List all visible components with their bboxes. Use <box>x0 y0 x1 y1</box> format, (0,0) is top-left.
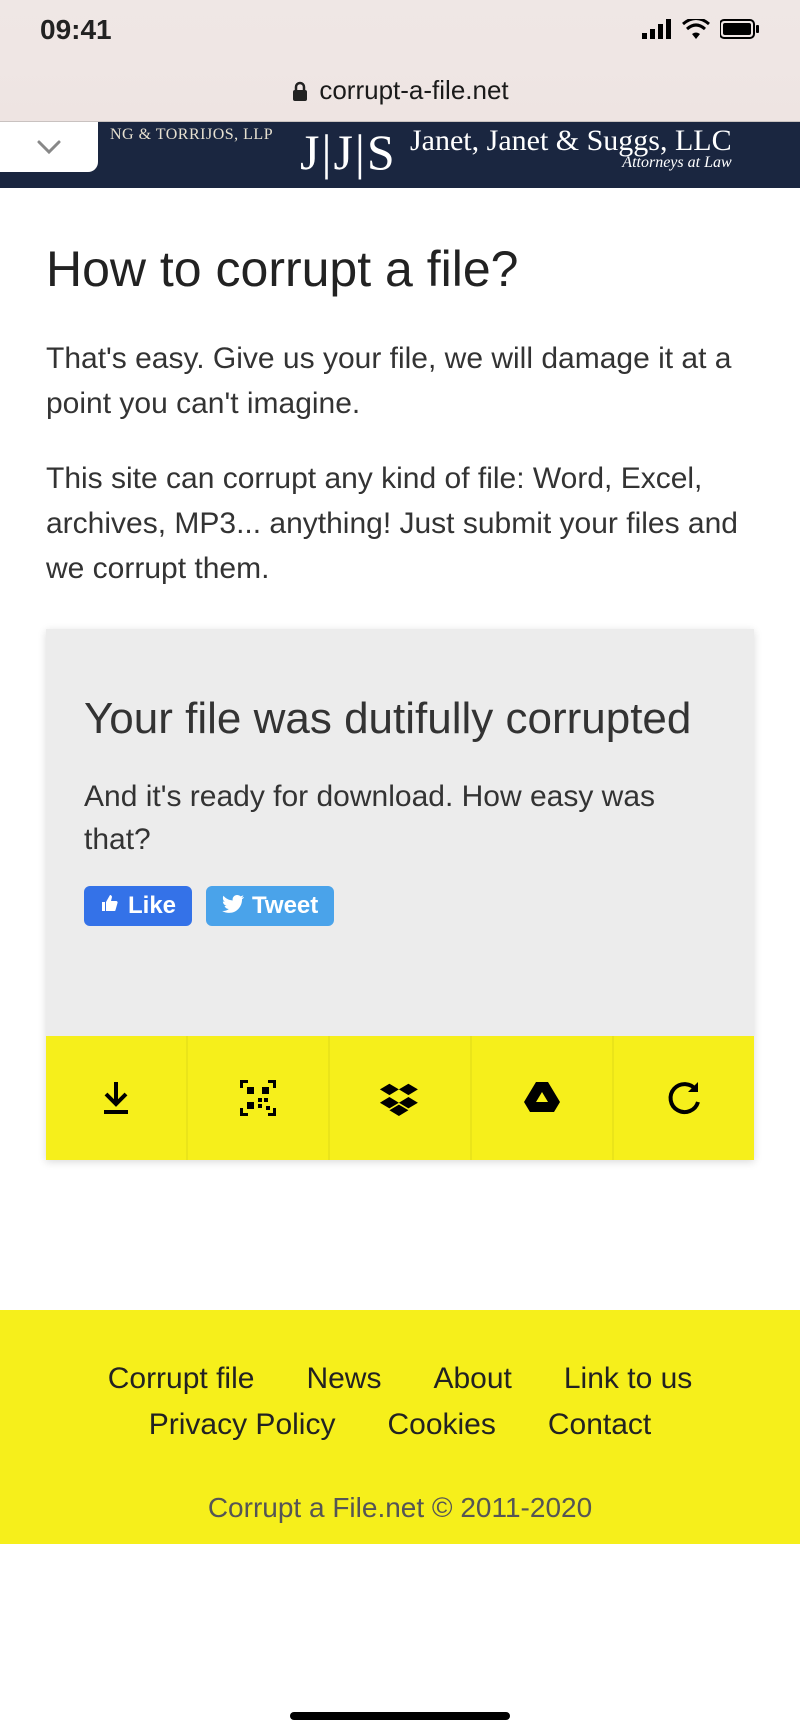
status-time: 09:41 <box>40 14 112 46</box>
footer-link-privacy[interactable]: Privacy Policy <box>149 1408 336 1442</box>
result-heading: Your file was dutifully corrupted <box>84 677 716 761</box>
ad-banner[interactable]: NG & TORRIJOS, LLP J|J|S Janet, Janet & … <box>0 122 800 188</box>
action-strip <box>46 1036 754 1160</box>
footer-link-news[interactable]: News <box>306 1362 381 1396</box>
result-card: Your file was dutifully corrupted And it… <box>46 629 754 1160</box>
google-drive-button[interactable] <box>472 1036 614 1160</box>
ad-logo-jjs: J|J|S <box>300 123 397 181</box>
tweet-label: Tweet <box>252 892 318 920</box>
intro-paragraph-2: This site can corrupt any kind of file: … <box>46 456 754 591</box>
ad-collapse-button[interactable] <box>0 122 98 172</box>
qr-code-button[interactable] <box>188 1036 330 1160</box>
twitter-tweet-button[interactable]: Tweet <box>206 886 334 926</box>
page-heading: How to corrupt a file? <box>46 240 754 298</box>
footer: Corrupt file News About Link to us Priva… <box>0 1310 800 1544</box>
facebook-like-button[interactable]: Like <box>84 886 192 926</box>
home-indicator[interactable] <box>290 1712 510 1720</box>
refresh-icon <box>662 1076 706 1120</box>
dropbox-icon <box>378 1076 422 1120</box>
download-button[interactable] <box>46 1036 188 1160</box>
ad-firm-name: Janet, Janet & Suggs, LLC <box>410 124 732 157</box>
footer-copyright: Corrupt a File.net © 2011-2020 <box>40 1492 760 1524</box>
dropbox-button[interactable] <box>330 1036 472 1160</box>
chevron-down-icon <box>33 131 65 163</box>
footer-link-cookies[interactable]: Cookies <box>387 1408 495 1442</box>
qr-code-icon <box>236 1076 280 1120</box>
status-indicators <box>642 14 760 46</box>
footer-links: Corrupt file News About Link to us Priva… <box>40 1356 760 1448</box>
lock-icon <box>291 81 309 101</box>
footer-link-contact[interactable]: Contact <box>548 1408 651 1442</box>
thumbs-up-icon <box>100 892 120 920</box>
footer-link-corrupt-file[interactable]: Corrupt file <box>108 1362 255 1396</box>
download-icon <box>94 1076 138 1120</box>
cellular-icon <box>642 14 672 46</box>
like-label: Like <box>128 892 176 920</box>
wifi-icon <box>682 14 710 46</box>
footer-link-link-to-us[interactable]: Link to us <box>564 1362 692 1396</box>
refresh-button[interactable] <box>614 1036 754 1160</box>
ad-text-right: Janet, Janet & Suggs, LLC Attorneys at L… <box>410 124 732 172</box>
twitter-bird-icon <box>222 892 244 920</box>
browser-address-bar[interactable]: corrupt-a-file.net <box>0 60 800 122</box>
status-bar: 09:41 <box>0 0 800 60</box>
share-row: Like Tweet <box>84 886 716 1036</box>
footer-link-about[interactable]: About <box>433 1362 511 1396</box>
intro-paragraph-1: That's easy. Give us your file, we will … <box>46 336 754 426</box>
battery-icon <box>720 14 760 46</box>
ad-text-left: NG & TORRIJOS, LLP <box>110 126 273 144</box>
result-subtext: And it's ready for download. How easy wa… <box>84 775 716 862</box>
google-drive-icon <box>520 1076 564 1120</box>
browser-domain: corrupt-a-file.net <box>319 75 508 106</box>
